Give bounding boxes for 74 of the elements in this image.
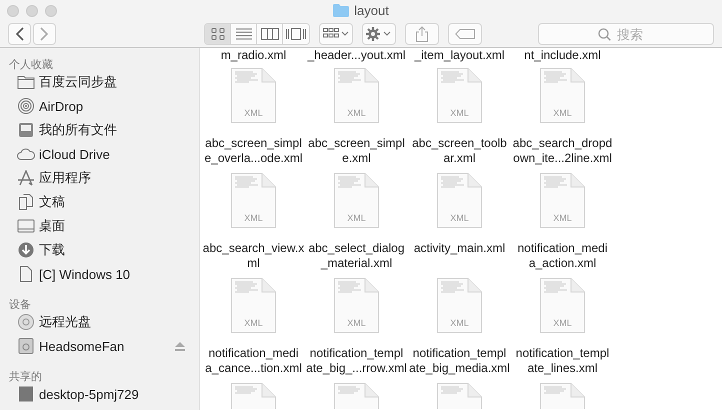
sidebar-item[interactable]: 文稿 — [0, 190, 199, 214]
cloud-icon — [17, 146, 35, 162]
sidebar-item[interactable]: 我的所有文件 — [0, 118, 199, 142]
columns-view-button[interactable] — [257, 24, 283, 44]
chevron-right-icon — [40, 27, 49, 41]
list-view-button[interactable] — [231, 24, 257, 44]
sidebar-item[interactable]: 桌面 — [0, 214, 199, 238]
window-title: layout — [354, 3, 389, 18]
tag-icon — [455, 29, 475, 39]
sidebar-section-title: 共享的 — [8, 370, 43, 382]
document-icon[interactable] — [540, 383, 585, 409]
settings-button[interactable] — [362, 23, 396, 45]
docs-icon — [17, 194, 35, 210]
arrange-button[interactable] — [319, 23, 353, 45]
zoom-button[interactable] — [45, 5, 57, 17]
document-icon[interactable] — [437, 383, 482, 409]
document-icon[interactable] — [231, 383, 276, 409]
icons-view-button[interactable] — [205, 24, 231, 44]
share-icon — [415, 26, 429, 42]
tag-button[interactable] — [448, 23, 482, 45]
file-name[interactable]: nt_include.xml — [524, 48, 601, 64]
computer-icon — [17, 386, 35, 402]
search-field[interactable]: 搜索 — [538, 23, 714, 45]
file-name[interactable]: abc_search_view.x ml — [202, 241, 304, 271]
sidebar-item[interactable]: [C] Windows 10 — [0, 262, 199, 286]
file-name[interactable]: notification_medi a_cance...tion.xml — [205, 346, 302, 376]
file-name[interactable]: abc_search_dropd own_ite...2line.xml — [512, 136, 612, 166]
airdrop-icon — [17, 98, 35, 114]
sidebar-item[interactable]: iCloud Drive — [0, 142, 199, 166]
sidebar-item[interactable]: 远程光盘 — [0, 310, 199, 334]
file-name[interactable]: _item_layout.xml — [414, 48, 505, 64]
grid-icon — [210, 28, 224, 40]
file-name[interactable]: notification_templ ate_lines.xml — [516, 346, 610, 376]
close-button[interactable] — [7, 5, 19, 17]
desktop-icon — [17, 218, 35, 234]
list-icon — [236, 28, 252, 40]
folder-icon — [333, 4, 350, 17]
file-icon — [17, 266, 35, 282]
back-button[interactable] — [8, 23, 31, 45]
sidebar-item[interactable]: desktop-5pmj729 — [0, 382, 199, 406]
sidebar-item[interactable]: 应用程序 — [0, 166, 199, 190]
sidebar-item[interactable]: 下载 — [0, 238, 199, 262]
sidebar-item[interactable]: AirDrop — [0, 94, 199, 118]
file-name[interactable]: activity_main.xml — [414, 241, 506, 256]
apps-icon — [17, 170, 35, 186]
view-mode-control[interactable] — [204, 23, 310, 45]
drive-icon — [17, 338, 35, 354]
minimize-button[interactable] — [26, 5, 38, 17]
document-icon[interactable] — [334, 383, 379, 409]
share-button[interactable] — [405, 23, 439, 45]
file-name[interactable]: abc_screen_toolb ar.xml — [412, 136, 507, 166]
disc-icon — [17, 314, 35, 330]
sidebar-item[interactable]: 百度云同步盘 — [0, 70, 199, 94]
eject-icon[interactable] — [175, 342, 185, 350]
file-name[interactable]: m_radio.xml — [220, 48, 286, 64]
folder-icon — [17, 74, 35, 90]
download-icon — [17, 242, 35, 258]
coverflow-view-button[interactable] — [283, 24, 309, 44]
file-name[interactable]: _header...yout.xml — [307, 48, 406, 64]
sidebar-section-title: 个人收藏 — [8, 58, 54, 70]
allfiles-icon — [17, 122, 35, 138]
sidebar-item[interactable]: HeadsomeFan — [0, 334, 199, 358]
file-name[interactable]: notification_templ ate_big_...rrow.xml — [306, 346, 407, 376]
file-name[interactable]: notification_medi a_action.xml — [517, 241, 608, 271]
sidebar-section-title: 设备 — [8, 298, 32, 310]
file-name[interactable]: abc_screen_simpl e_overla...ode.xml — [204, 136, 303, 166]
file-name[interactable]: notification_templ ate_big_media.xml — [409, 346, 510, 376]
file-name[interactable]: abc_screen_simpl e.xml — [308, 136, 405, 166]
gear-icon — [366, 27, 392, 41]
arrange-grid-icon — [323, 28, 349, 40]
chevron-left-icon — [15, 27, 24, 41]
columns-icon — [260, 28, 278, 40]
coverflow-icon — [286, 28, 306, 40]
file-name[interactable]: abc_select_dialog _material.xml — [308, 241, 405, 271]
